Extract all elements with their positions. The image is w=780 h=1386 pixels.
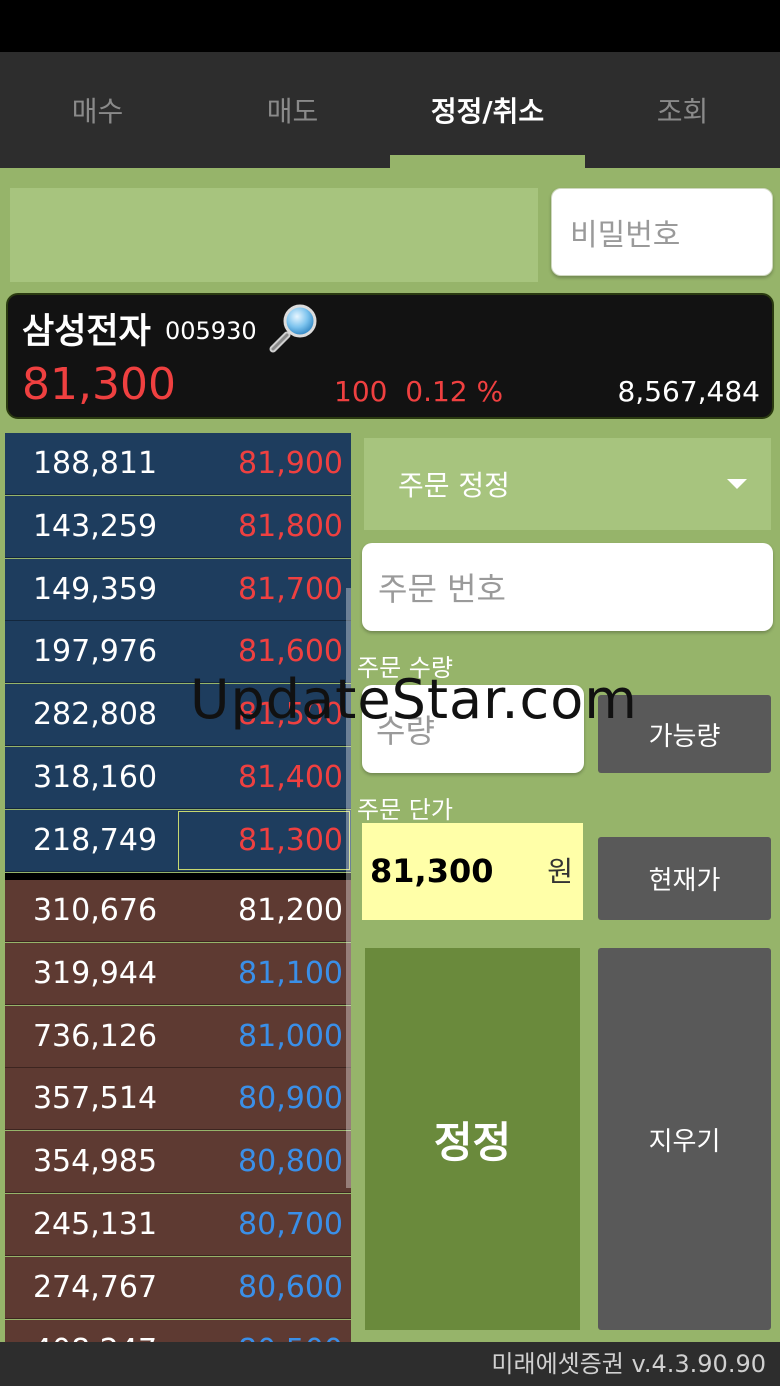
bid-row[interactable]: 357,514 80,900 <box>5 1068 351 1131</box>
tab-buy[interactable]: 매수 <box>0 52 195 168</box>
order-book-quantity: 245,131 <box>32 1207 158 1242</box>
current-price-highlight <box>178 810 350 870</box>
price-value: 81,300 <box>370 852 494 890</box>
price-input[interactable]: 81,300 원 <box>362 823 583 920</box>
change-percent: 0.12 % <box>405 375 504 408</box>
order-type-dropdown[interactable]: 주문 정정 <box>364 438 771 530</box>
tab-modify-cancel[interactable]: 정정/취소 <box>390 52 585 168</box>
order-book-quantity: 197,976 <box>32 634 158 670</box>
ask-row[interactable]: 218,749 81,300 <box>5 809 351 872</box>
order-book-quantity: 218,749 <box>32 822 158 858</box>
app-version: 미래에셋증권 v.4.3.90.90 <box>491 1350 766 1378</box>
price-change: 100 0.12 % <box>334 375 503 408</box>
bid-row[interactable]: 274,767 80,600 <box>5 1256 351 1319</box>
bid-row[interactable]: 736,126 81,000 <box>5 1005 351 1068</box>
tab-inquiry[interactable]: 조회 <box>585 52 780 168</box>
change-amount: 100 <box>334 375 388 408</box>
account-selector[interactable] <box>10 188 538 282</box>
order-book-price: 80,600 <box>238 1269 343 1305</box>
order-book-price: 80,700 <box>238 1207 343 1242</box>
order-book-quantity: 274,767 <box>32 1269 158 1305</box>
order-book-price: 80,900 <box>238 1081 343 1117</box>
active-tab-indicator <box>390 155 585 168</box>
order-book-quantity: 143,259 <box>32 508 158 544</box>
bid-row[interactable]: 408,247 80,500 <box>5 1319 351 1342</box>
order-book-price: 80,500 <box>238 1320 343 1342</box>
order-book-divider <box>5 873 351 880</box>
watermark: UpdateStar.com <box>190 668 638 731</box>
bid-row[interactable]: 354,985 80,800 <box>5 1131 351 1194</box>
order-book-quantity: 354,985 <box>32 1144 158 1180</box>
tab-sell[interactable]: 매도 <box>195 52 390 168</box>
order-book-quantity: 188,811 <box>32 446 158 481</box>
order-book-quantity: 310,676 <box>32 893 158 928</box>
ask-row[interactable]: 318,160 81,400 <box>5 747 351 809</box>
current-price-button[interactable]: 현재가 <box>598 837 771 920</box>
order-type-label: 주문 정정 <box>398 469 510 502</box>
trade-volume: 8,567,484 <box>617 375 760 408</box>
order-book-quantity: 319,944 <box>32 955 158 991</box>
order-book-price: 81,900 <box>238 446 343 481</box>
price-unit: 원 <box>547 855 573 888</box>
order-book-price: 81,000 <box>238 1018 343 1054</box>
order-price-label: 주문 단가 <box>357 796 453 824</box>
ask-row[interactable]: 188,811 81,900 <box>5 433 351 495</box>
order-book-price: 81,100 <box>238 955 343 991</box>
order-book[interactable]: 408,247 80,500 274,767 80,600 245,131 80,700 3… <box>5 430 351 1342</box>
order-book-price: 81,400 <box>238 760 343 795</box>
order-book-quantity: 149,359 <box>32 571 158 607</box>
footer-bar: 미래에셋증권 v.4.3.90.90 <box>0 1342 780 1386</box>
current-price: 81,300 <box>22 359 176 410</box>
ask-row[interactable]: 143,259 81,800 <box>5 495 351 558</box>
bid-row[interactable]: 245,131 80,700 <box>5 1194 351 1256</box>
clear-button[interactable]: 지우기 <box>598 948 771 1330</box>
order-number-input[interactable]: 주문 번호 <box>362 543 773 631</box>
chevron-down-icon <box>727 479 747 489</box>
status-bar <box>0 0 780 52</box>
order-book-price: 81,200 <box>238 893 343 928</box>
order-book-quantity: 736,126 <box>32 1018 158 1054</box>
order-book-price: 81,700 <box>238 571 343 607</box>
order-book-price: 80,800 <box>238 1144 343 1180</box>
stock-code: 005930 <box>165 317 257 345</box>
order-book-price: 81,800 <box>238 508 343 544</box>
order-book-quantity: 408,247 <box>5 1320 185 1342</box>
modify-order-button[interactable]: 정정 <box>365 948 580 1330</box>
stock-info-panel: 삼성전자 005930 81,300 100 0.12 % 8,567,484 <box>6 293 774 419</box>
order-book-quantity: 357,514 <box>32 1081 158 1117</box>
search-icon[interactable] <box>265 299 323 357</box>
password-input[interactable]: 비밀번호 <box>551 188 773 276</box>
bid-row[interactable]: 319,944 81,100 <box>5 942 351 1005</box>
tab-bar: 매수 매도 정정/취소 조회 <box>0 52 780 168</box>
ask-row[interactable]: 149,359 81,700 <box>5 558 351 621</box>
stock-name: 삼성전자 <box>22 312 151 352</box>
order-book-quantity: 318,160 <box>32 760 158 795</box>
order-book-quantity: 282,808 <box>32 697 158 733</box>
bid-row[interactable]: 310,676 81,200 <box>5 880 351 942</box>
